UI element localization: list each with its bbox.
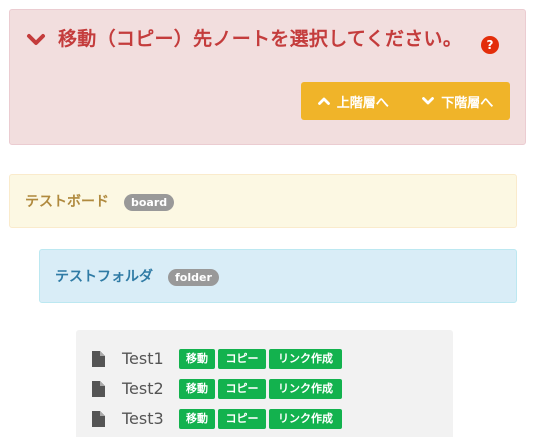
copy-button[interactable]: コピー <box>218 379 266 399</box>
board-name[interactable]: テストボード <box>25 193 109 211</box>
up-level-label: 上階層へ <box>336 95 389 111</box>
note-name: Test3 <box>122 409 164 428</box>
create-link-button[interactable]: リンク作成 <box>269 409 342 429</box>
folder-badge: folder <box>168 269 219 286</box>
help-icon[interactable]: ? <box>481 36 499 54</box>
destination-selection-panel: 移動（コピー）先ノートを選択してください。 ? 上階層へ 下階層へ <box>9 9 526 145</box>
move-button[interactable]: 移動 <box>179 379 215 399</box>
move-button[interactable]: 移動 <box>179 349 215 369</box>
board-panel[interactable]: テストボード board <box>9 174 517 228</box>
list-item: Test2 移動 コピー リンク作成 <box>76 377 453 403</box>
note-name: Test2 <box>122 379 164 398</box>
down-level-label: 下階層へ <box>441 95 494 111</box>
chevron-down-icon <box>422 97 435 105</box>
note-list: Test1 移動 コピー リンク作成 Test2 移動 コピー リンク作成 Te… <box>76 330 453 437</box>
file-icon <box>92 381 105 397</box>
copy-button[interactable]: コピー <box>218 349 266 369</box>
file-icon <box>92 351 105 367</box>
chevron-down-icon <box>27 34 45 45</box>
folder-name[interactable]: テストフォルダ <box>55 268 153 286</box>
list-item: Test3 移動 コピー リンク作成 <box>76 407 453 433</box>
dialog-title: 移動（コピー）先ノートを選択してください。 <box>58 28 463 50</box>
list-item: Test1 移動 コピー リンク作成 <box>76 347 453 373</box>
create-link-button[interactable]: リンク作成 <box>269 379 342 399</box>
move-button[interactable]: 移動 <box>179 409 215 429</box>
board-badge: board <box>124 194 175 211</box>
copy-button[interactable]: コピー <box>218 409 266 429</box>
note-name: Test1 <box>122 349 164 368</box>
up-level-button[interactable]: 上階層へ <box>301 82 406 120</box>
create-link-button[interactable]: リンク作成 <box>269 349 342 369</box>
down-level-button[interactable]: 下階層へ <box>406 82 511 120</box>
hierarchy-nav-group: 上階層へ 下階層へ <box>301 82 510 120</box>
chevron-up-icon <box>317 97 330 105</box>
folder-panel[interactable]: テストフォルダ folder <box>39 249 517 303</box>
file-icon <box>92 411 105 427</box>
